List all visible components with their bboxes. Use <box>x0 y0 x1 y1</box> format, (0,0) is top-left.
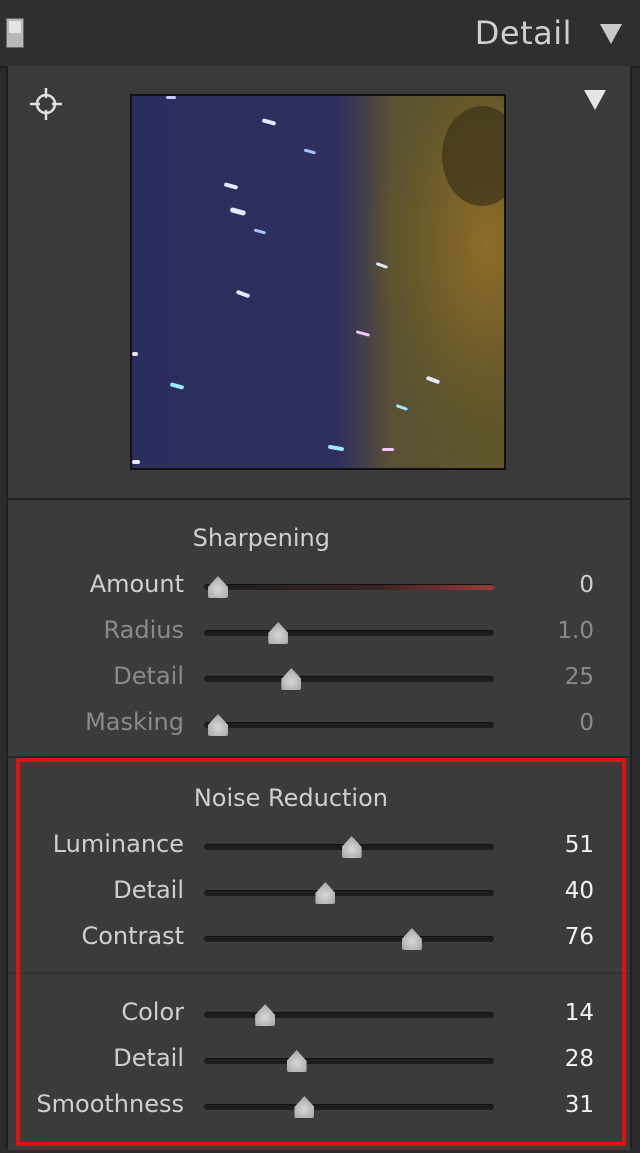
contrast-slider-track[interactable] <box>204 936 494 942</box>
noise-smoothness-row: Smoothness 31 <box>8 1088 630 1124</box>
sharpening-radius-row: Radius 1.0 <box>8 614 630 650</box>
color-detail-slider-thumb[interactable] <box>286 1050 307 1072</box>
masking-slider-track[interactable] <box>204 722 494 728</box>
detail-preview-image[interactable] <box>130 94 506 470</box>
masking-slider-thumb[interactable] <box>208 714 228 736</box>
sharpening-detail-row: Detail 25 <box>8 660 630 696</box>
slider-value[interactable]: 14 <box>565 1000 594 1026</box>
slider-value[interactable]: 25 <box>565 664 594 690</box>
slider-label: Contrast <box>81 922 184 950</box>
slider-value[interactable]: 51 <box>565 832 594 858</box>
slider-label: Radius <box>103 616 184 644</box>
radius-slider-thumb[interactable] <box>268 622 289 644</box>
slider-value[interactable]: 31 <box>565 1092 594 1118</box>
noise-detail-slider-track[interactable] <box>204 890 494 896</box>
amount-slider-thumb[interactable] <box>208 576 228 598</box>
slider-label: Detail <box>113 876 184 904</box>
slider-label: Detail <box>113 662 184 690</box>
noise-detail-row: Detail 40 <box>8 874 630 910</box>
target-crosshair-icon[interactable] <box>28 86 64 122</box>
slider-value[interactable]: 28 <box>565 1046 594 1072</box>
detail-preview-area <box>6 66 632 500</box>
collapse-triangle-icon[interactable] <box>600 24 622 44</box>
color-slider-thumb[interactable] <box>255 1004 276 1026</box>
slider-value[interactable]: 40 <box>565 878 594 904</box>
sharpening-amount-row: Amount 0 <box>8 568 630 604</box>
slider-label: Color <box>121 998 184 1026</box>
noise-luminance-row: Luminance 51 <box>8 828 630 864</box>
radius-slider-track[interactable] <box>204 630 494 636</box>
slider-value[interactable]: 1.0 <box>557 618 594 644</box>
contrast-slider-thumb[interactable] <box>401 928 422 950</box>
noise-reduction-section: Noise Reduction Luminance 51 Detail 40 C… <box>6 758 632 1150</box>
smoothness-slider-track[interactable] <box>204 1104 494 1110</box>
noise-color-row: Color 14 <box>8 996 630 1032</box>
slider-label: Detail <box>113 1044 184 1072</box>
preview-menu-icon[interactable] <box>584 90 606 110</box>
color-slider-track[interactable] <box>204 1012 494 1018</box>
panel-switch-icon[interactable] <box>6 18 24 48</box>
detail-slider-track[interactable] <box>204 676 494 682</box>
noise-detail-slider-thumb[interactable] <box>315 882 336 904</box>
sharpening-title: Sharpening <box>192 524 330 552</box>
sharpening-section: Sharpening Amount 0 Radius 1.0 Detail 25… <box>6 500 632 758</box>
slider-label: Masking <box>85 708 184 736</box>
luminance-slider-thumb[interactable] <box>341 836 362 858</box>
panel-header[interactable]: Detail <box>0 0 640 68</box>
noise-reduction-title: Noise Reduction <box>193 784 388 812</box>
preview-image-content <box>132 96 504 468</box>
amount-slider-track[interactable] <box>204 584 494 590</box>
slider-value[interactable]: 76 <box>565 924 594 950</box>
slider-label: Smoothness <box>36 1090 184 1118</box>
smoothness-slider-thumb[interactable] <box>294 1096 315 1118</box>
detail-slider-thumb[interactable] <box>281 668 302 690</box>
noise-contrast-row: Contrast 76 <box>8 920 630 956</box>
color-detail-slider-track[interactable] <box>204 1058 494 1064</box>
noise-divider <box>8 972 630 974</box>
slider-label: Amount <box>89 570 184 598</box>
noise-color-detail-row: Detail 28 <box>8 1042 630 1078</box>
slider-label: Luminance <box>52 830 184 858</box>
panel-title: Detail <box>474 14 572 52</box>
sharpening-masking-row: Masking 0 <box>8 706 630 742</box>
slider-value[interactable]: 0 <box>579 572 594 598</box>
slider-value[interactable]: 0 <box>579 710 594 736</box>
